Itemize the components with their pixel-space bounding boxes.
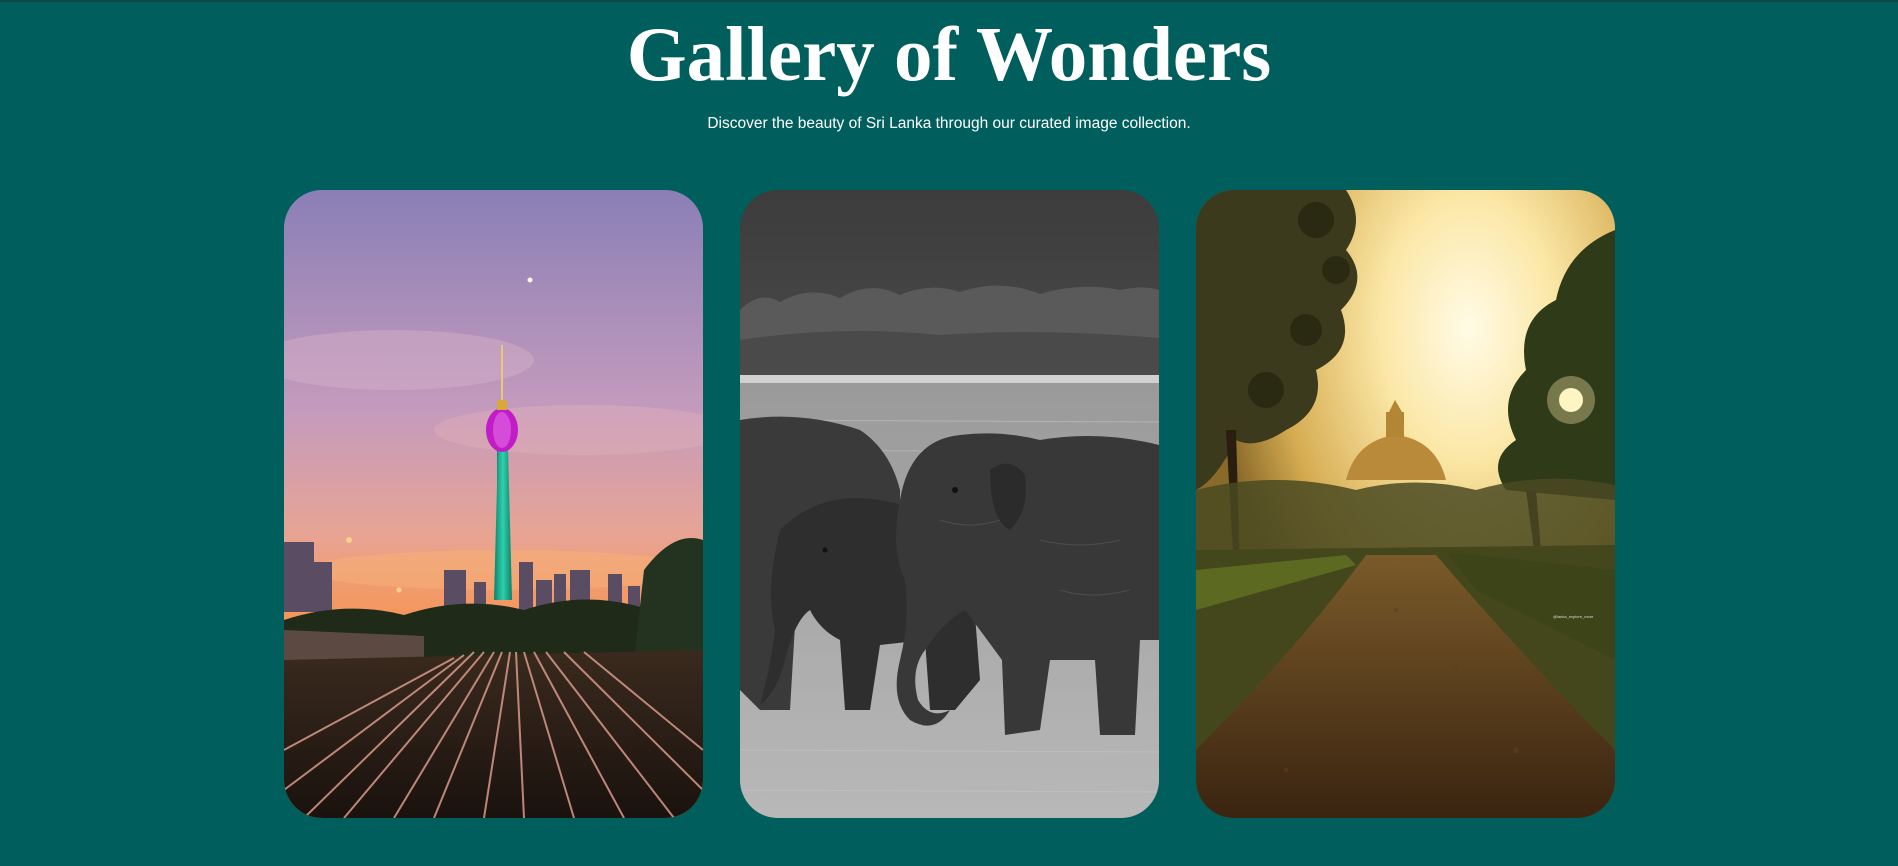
page-title: Gallery of Wonders xyxy=(626,11,1272,97)
page-subtitle: Discover the beauty of Sri Lanka through… xyxy=(707,115,1191,132)
top-border xyxy=(0,0,1898,2)
photo-credit-watermark: @lanka_explore_more xyxy=(1553,614,1594,619)
gallery-image-elephants[interactable] xyxy=(740,190,1159,818)
gallery-image-stupa[interactable]: @lanka_explore_more xyxy=(1196,190,1615,818)
elephants-photo xyxy=(740,190,1159,818)
gallery-image-lotus-tower[interactable] xyxy=(284,190,703,818)
lotus-tower-photo xyxy=(284,190,703,818)
stupa-photo: @lanka_explore_more xyxy=(1196,190,1615,818)
